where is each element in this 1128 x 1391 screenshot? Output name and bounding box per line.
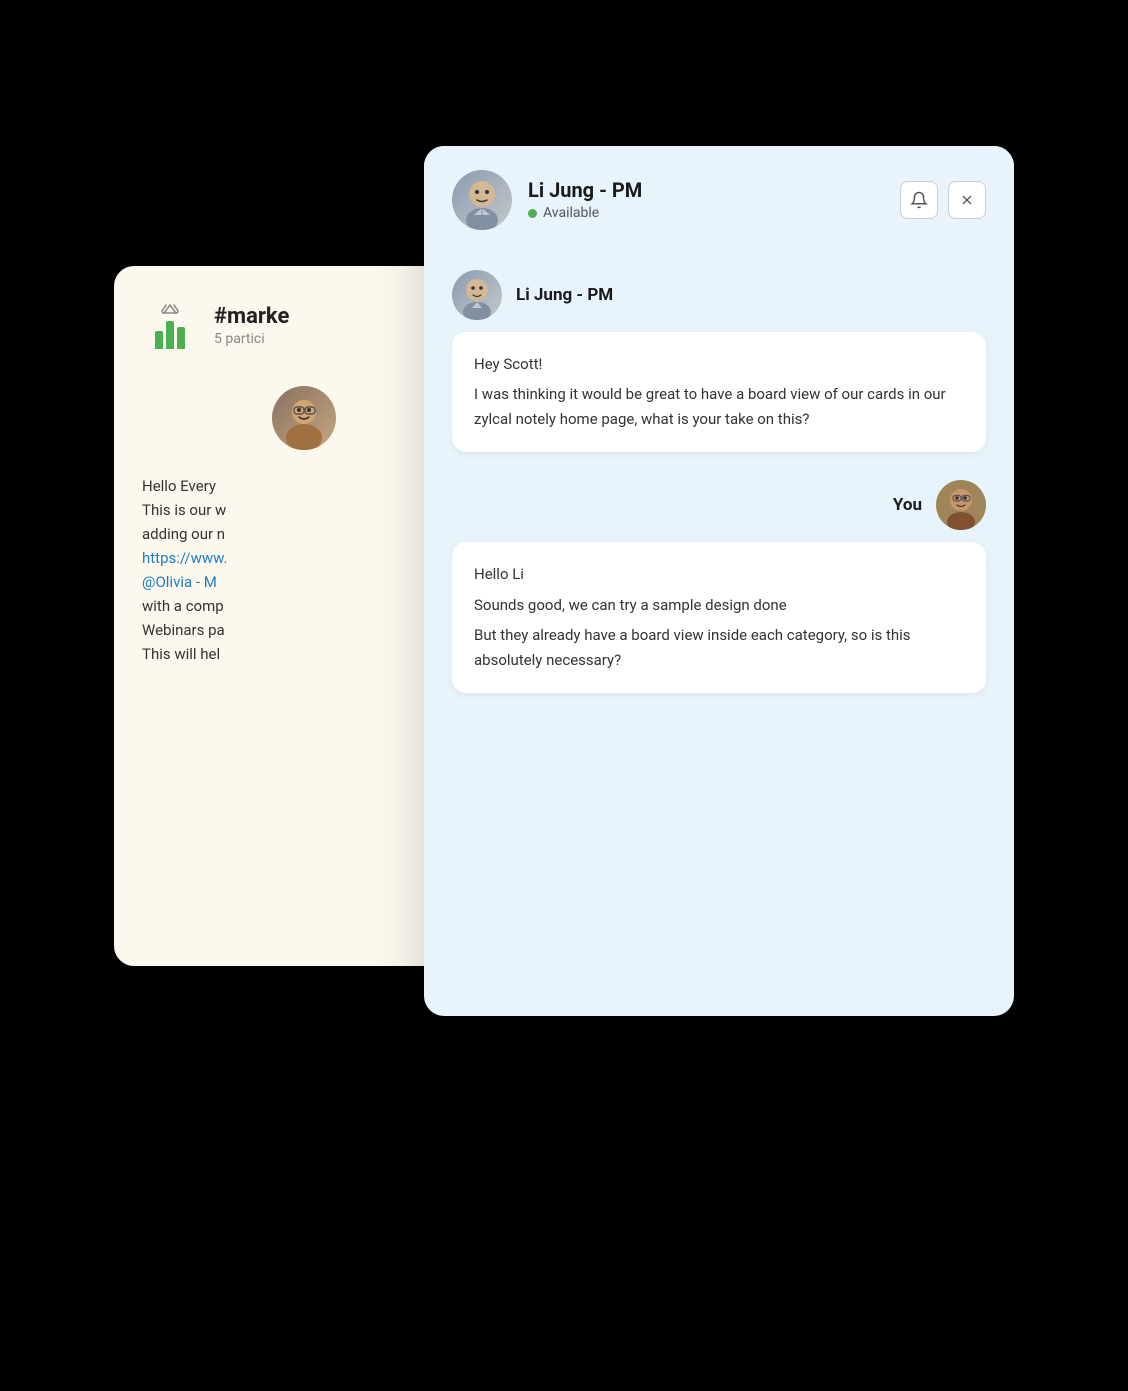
sender-row-lijung: Li Jung - PM — [452, 270, 986, 320]
channel-user-avatar — [272, 386, 336, 450]
you-label: You — [893, 495, 922, 515]
msg-line-3: adding our n — [142, 522, 466, 546]
channel-header: #marke 5 partici — [142, 298, 466, 354]
bell-button[interactable] — [900, 181, 938, 219]
msg-line-6: This will hel — [142, 642, 466, 666]
chat-card: Li Jung - PM Available — [424, 146, 1014, 1016]
you-avatar — [936, 480, 986, 530]
msg-line-5: Webinars pa — [142, 618, 466, 642]
msg-you-line3: But they already have a board view insid… — [474, 623, 964, 673]
message-text-lijung: Hey Scott! I was thinking it would be gr… — [474, 352, 964, 432]
close-button[interactable] — [948, 181, 986, 219]
msg-mention: @Olivia - M — [142, 570, 466, 594]
message-bubble-lijung: Hey Scott! I was thinking it would be gr… — [452, 332, 986, 452]
channel-icon — [142, 298, 198, 354]
sender-name-lijung: Li Jung - PM — [516, 285, 613, 305]
msg-you-line1: Hello Li — [474, 562, 964, 587]
participants-count: 5 partici — [214, 331, 289, 347]
channel-info: #marke 5 partici — [214, 304, 289, 347]
chat-contact-avatar — [452, 170, 512, 230]
chat-header: Li Jung - PM Available — [424, 146, 1014, 254]
status-text: Available — [543, 205, 599, 221]
channel-name: #marke — [214, 304, 289, 329]
chat-status: Available — [528, 205, 884, 221]
message-group-lijung: Li Jung - PM Hey Scott! I was thinking i… — [452, 270, 986, 452]
msg-line-2: This is our w — [142, 498, 466, 522]
status-dot — [528, 209, 537, 218]
chat-contact-name: Li Jung - PM — [528, 178, 884, 202]
msg-lijung-line2: I was thinking it would be great to have… — [474, 382, 964, 432]
message-bubble-you: Hello Li Sounds good, we can try a sampl… — [452, 542, 986, 693]
msg-lijung-line1: Hey Scott! — [474, 352, 964, 377]
bar-chart-icon — [155, 321, 185, 349]
you-sender-row: You — [452, 480, 986, 530]
chat-body: Li Jung - PM Hey Scott! I was thinking i… — [424, 254, 1014, 1016]
msg-you-line2: Sounds good, we can try a sample design … — [474, 593, 964, 618]
msg-line-1: Hello Every — [142, 474, 466, 498]
chat-header-info: Li Jung - PM Available — [528, 178, 884, 221]
lijung-avatar — [452, 270, 502, 320]
chat-header-actions[interactable] — [900, 181, 986, 219]
msg-link: https://www. — [142, 546, 466, 570]
message-group-you: You — [452, 480, 986, 693]
message-text-you: Hello Li Sounds good, we can try a sampl… — [474, 562, 964, 673]
channel-message-content: Hello Every This is our w adding our n h… — [142, 474, 466, 666]
recycle-icon — [156, 303, 184, 317]
msg-line-4: with a comp — [142, 594, 466, 618]
channel-body: Hello Every This is our w adding our n h… — [142, 386, 466, 666]
